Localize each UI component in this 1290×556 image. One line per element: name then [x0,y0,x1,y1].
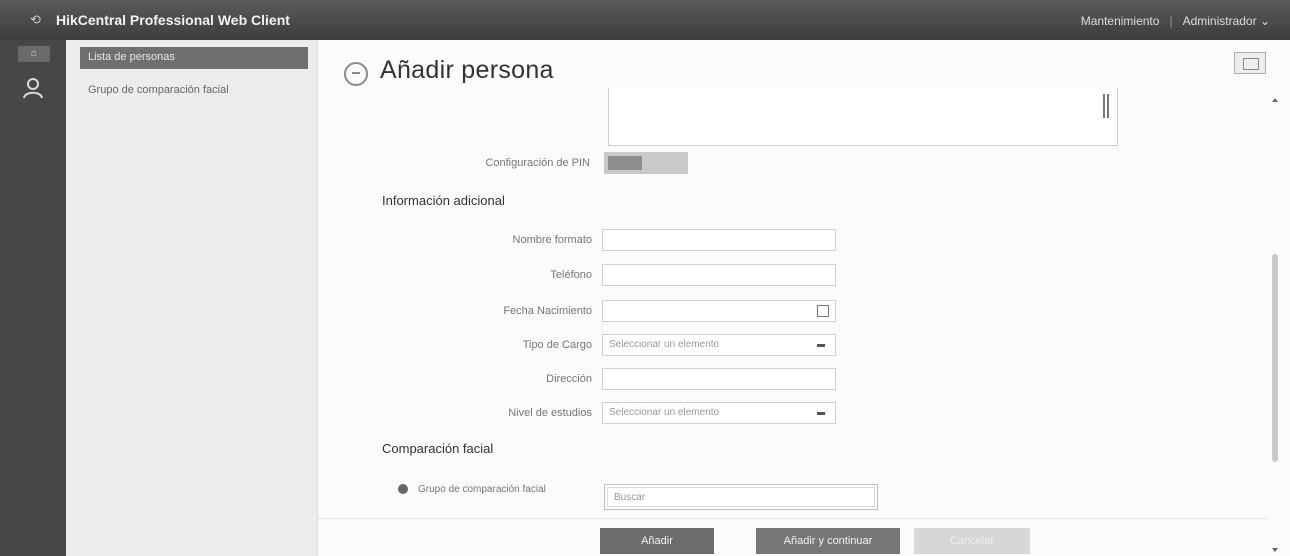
fecha-nacimiento-input[interactable] [602,300,836,322]
main-content: Añadir persona Configuración de PIN Info… [318,40,1290,556]
app-logo-icon: ⟲ [30,12,41,27]
nombre-formato-label: Nombre formato [512,234,592,246]
face-group-search[interactable]: Buscar [604,484,878,510]
screen-icon[interactable] [1234,52,1266,74]
scrollbar-thumb[interactable] [1272,254,1278,462]
add-button[interactable]: Añadir [600,528,714,554]
direccion-label: Dirección [546,373,592,385]
add-continue-button[interactable]: Añadir y continuar [756,528,900,554]
dropdown-arrow-icon [817,344,825,347]
back-arrow-icon[interactable] [344,62,368,86]
telefono-input[interactable] [602,264,836,286]
calendar-icon[interactable] [817,305,829,317]
tipo-cargo-label: Tipo de Cargo [522,339,592,351]
person-icon[interactable] [22,76,44,100]
resize-handle-icon[interactable] [1103,94,1109,118]
dropdown-arrow-icon [817,412,825,415]
face-comparison-title: Comparación facial [382,441,494,456]
app-title: HikCentral Professional Web Client [56,12,290,28]
toggle-knob [608,156,642,170]
top-bar: ⟲ HikCentral Professional Web Client Man… [0,0,1290,40]
maintenance-link[interactable]: Mantenimiento [1081,14,1160,28]
scroll-up-icon[interactable] [1272,98,1278,102]
topbar-right: Mantenimiento | Administrador ⌄ [1081,14,1270,28]
subnav-item-person-list[interactable]: Lista de personas [80,47,308,69]
home-icon[interactable]: ⌂ [18,46,50,62]
left-rail: ⌂ [0,40,66,556]
info-icon [398,484,408,494]
nivel-estudios-select[interactable]: Seleccionar un elemento [602,402,836,424]
nivel-estudios-placeholder: Seleccionar un elemento [609,407,720,418]
nivel-estudios-label: Nivel de estudios [508,407,592,419]
user-name: Administrador [1182,14,1257,28]
footer-divider [318,518,1268,519]
search-input[interactable]: Buscar [607,487,875,507]
topbar-separator: | [1169,14,1173,28]
chevron-down-icon: ⌄ [1259,14,1270,28]
page-title: Añadir persona [380,56,554,84]
face-group-label: Grupo de comparación facial [418,484,546,495]
tipo-cargo-select[interactable]: Seleccionar un elemento [602,334,836,356]
nombre-formato-input[interactable] [602,229,836,251]
scroll-down-icon[interactable] [1272,548,1278,552]
fecha-nacimiento-label: Fecha Nacimiento [503,305,592,317]
telefono-label: Teléfono [550,269,592,281]
tipo-cargo-placeholder: Seleccionar un elemento [609,339,720,350]
cancel-button[interactable]: Cancelar [914,528,1030,554]
pin-config-label: Configuración de PIN [485,157,590,169]
subnav-item-face-group[interactable]: Grupo de comparación facial [80,80,237,100]
pin-config-toggle[interactable] [604,152,688,174]
remark-textarea[interactable] [608,88,1118,146]
direccion-input[interactable] [602,368,836,390]
sub-navigation: Lista de personas Grupo de comparación f… [66,40,318,556]
user-menu[interactable]: Administrador ⌄ [1183,14,1270,28]
additional-info-title: Información adicional [382,193,505,208]
